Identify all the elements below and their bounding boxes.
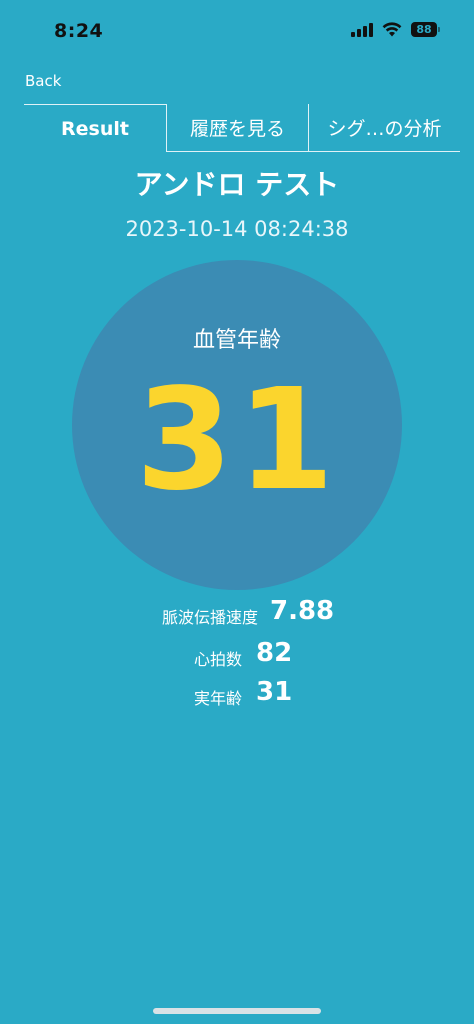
tab-bar: Result 履歴を見る シグ…の分析 xyxy=(24,104,460,152)
vascular-age-circle: 血管年齢 31 xyxy=(72,260,402,590)
metric-heart-rate: 心拍数 82 xyxy=(0,638,474,678)
status-bar: 8:24 88 xyxy=(0,0,474,62)
home-indicator[interactable] xyxy=(153,1008,321,1014)
metric-actual-age-label: 実年齢 xyxy=(193,689,242,708)
battery-icon: 88 xyxy=(411,22,440,37)
metric-heart-rate-label: 心拍数 xyxy=(193,650,242,669)
vascular-age-value: 31 xyxy=(135,359,339,522)
vascular-age-label: 血管年齢 xyxy=(192,328,281,353)
tab-result[interactable]: Result xyxy=(24,104,166,152)
status-time: 8:24 xyxy=(54,20,104,42)
tab-history[interactable]: 履歴を見る xyxy=(166,104,308,152)
status-icons: 88 xyxy=(351,22,440,37)
page-title: アンドロ テスト xyxy=(134,168,340,201)
measurement-timestamp: 2023-10-14 08:24:38 xyxy=(125,217,349,241)
metric-heart-rate-value: 82 xyxy=(256,638,293,668)
metric-pwv: 脈波伝播速度 7.88 xyxy=(0,596,474,636)
metric-pwv-value: 7.88 xyxy=(270,596,335,626)
metric-actual-age-value: 31 xyxy=(256,677,293,707)
metric-actual-age: 実年齢 31 xyxy=(0,677,474,717)
tab-signal-analysis[interactable]: シグ…の分析 xyxy=(308,104,460,152)
wifi-icon xyxy=(382,22,402,37)
back-button[interactable]: Back xyxy=(25,72,61,90)
battery-tip xyxy=(438,27,440,32)
metric-pwv-label: 脈波伝播速度 xyxy=(161,608,258,627)
battery-level: 88 xyxy=(411,22,437,37)
signal-icon xyxy=(351,22,373,37)
